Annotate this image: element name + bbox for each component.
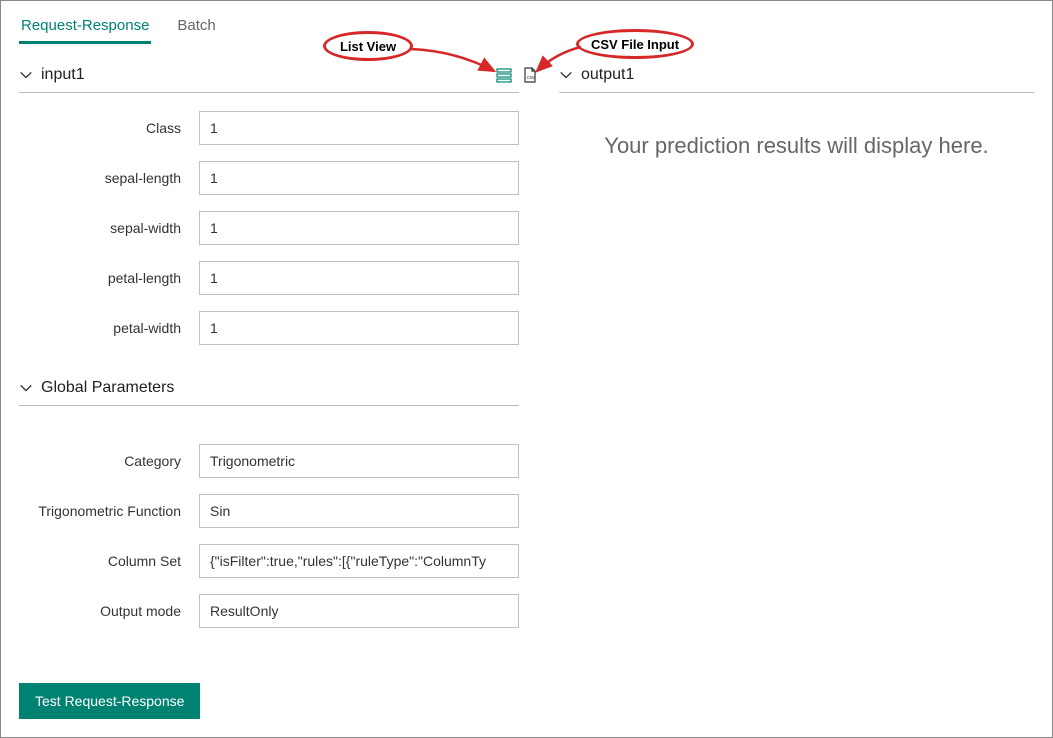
test-request-response-button[interactable]: Test Request-Response (19, 683, 200, 719)
csv-file-icon[interactable]: csv (522, 67, 538, 83)
chevron-down-icon (19, 68, 33, 82)
tab-request-response[interactable]: Request-Response (19, 13, 151, 42)
input-petal-length[interactable] (199, 261, 519, 295)
input-petal-width[interactable] (199, 311, 519, 345)
section-title-output1: output1 (581, 66, 634, 84)
list-view-icon[interactable] (496, 67, 512, 83)
section-title-input1: input1 (41, 66, 85, 84)
label-trig-function: Trigonometric Function (19, 502, 199, 520)
label-class: Class (19, 120, 199, 136)
label-petal-width: petal-width (19, 320, 199, 336)
section-title-global-parameters: Global Parameters (41, 379, 174, 397)
label-sepal-width: sepal-width (19, 220, 199, 236)
view-toggle-icons: csv (496, 67, 538, 83)
input-column-set[interactable] (199, 544, 519, 578)
label-sepal-length: sepal-length (19, 170, 199, 186)
svg-text:csv: csv (527, 75, 535, 81)
label-output-mode: Output mode (19, 603, 199, 619)
label-petal-length: petal-length (19, 270, 199, 286)
input-sepal-length[interactable] (199, 161, 519, 195)
section-header-global-parameters[interactable]: Global Parameters (19, 373, 519, 406)
section-header-output1[interactable]: output1 (559, 60, 1034, 93)
chevron-down-icon (19, 381, 33, 395)
input-trig-function[interactable] (199, 494, 519, 528)
chevron-down-icon (559, 68, 573, 82)
label-column-set: Column Set (19, 553, 199, 569)
tabs-bar: Request-Response Batch (19, 13, 1034, 42)
input-output-mode[interactable] (199, 594, 519, 628)
input-fields: Class sepal-length sepal-width petal-len… (19, 111, 519, 345)
section-header-input1[interactable]: input1 (19, 60, 519, 93)
input-class[interactable] (199, 111, 519, 145)
output-placeholder-text: Your prediction results will display her… (559, 133, 1034, 159)
input-category[interactable] (199, 444, 519, 478)
label-category: Category (19, 453, 199, 469)
input-sepal-width[interactable] (199, 211, 519, 245)
tab-batch[interactable]: Batch (175, 13, 217, 42)
